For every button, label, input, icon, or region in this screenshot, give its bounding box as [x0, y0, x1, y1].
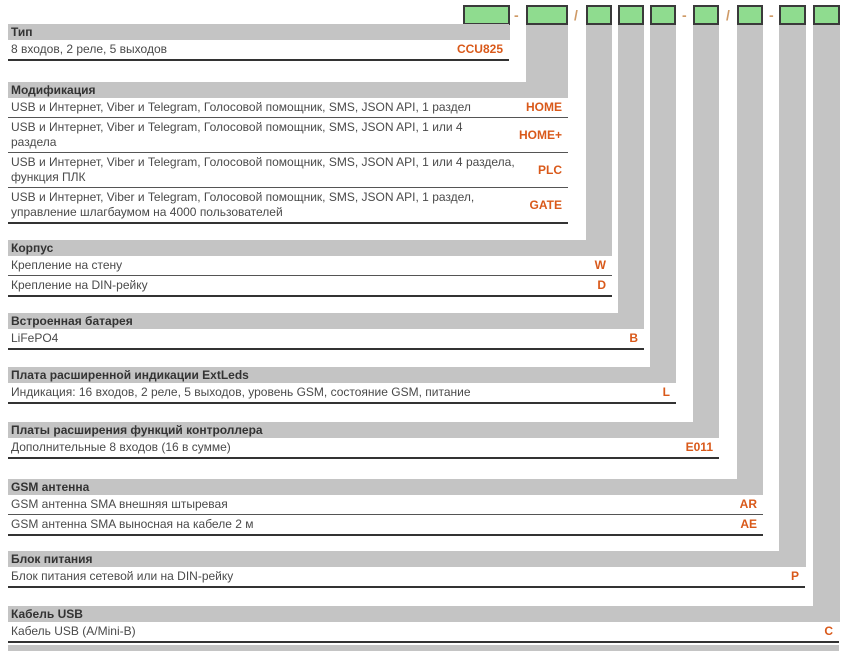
option-label: USB и Интернет, Viber и Telegram, Голосо… [11, 190, 518, 220]
option-row: LiFePO4 B [8, 329, 644, 350]
section-header: Встроенная батарея [8, 313, 644, 329]
code-segment-box-modification [526, 5, 568, 25]
option-label: LiFePO4 [11, 331, 617, 346]
option-row: GSM антенна SMA внешняя штыревая AR [8, 495, 763, 515]
option-code: AR [740, 497, 757, 512]
section-header: GSM антенна [8, 479, 763, 495]
option-label: GSM антенна SMA выносная на кабеле 2 м [11, 517, 728, 532]
option-label: USB и Интернет, Viber и Telegram, Голосо… [11, 100, 514, 115]
code-segment-box-type [463, 5, 510, 25]
connector-bar-expansion [693, 24, 719, 438]
code-segment-box-battery [618, 5, 644, 25]
option-label: Крепление на стену [11, 258, 583, 273]
section-case: Корпус Крепление на стену W Крепление на… [8, 240, 612, 297]
section-type: Тип 8 входов, 2 реле, 5 выходов CCU825 [8, 24, 509, 61]
option-label: Кабель USB (A/Mini-B) [11, 624, 812, 639]
option-row: Крепление на DIN-рейку D [8, 276, 612, 297]
section-extleds: Плата расширенной индикации ExtLeds Инди… [8, 367, 676, 404]
code-segment-box-cable [813, 5, 840, 25]
option-row: USB и Интернет, Viber и Telegram, Голосо… [8, 188, 568, 224]
section-header: Модификация [8, 82, 568, 98]
code-segment-box-expansion [693, 5, 719, 25]
connector-bar-psu [779, 24, 806, 567]
section-header: Тип [8, 24, 509, 40]
option-code: L [663, 385, 670, 400]
next-section-header-partial [8, 645, 839, 651]
option-code: PLC [538, 163, 562, 178]
option-label: USB и Интернет, Viber и Telegram, Голосо… [11, 155, 526, 185]
option-label: Дополнительные 8 входов (16 в сумме) [11, 440, 674, 455]
option-code: W [595, 258, 606, 273]
option-code: E011 [686, 440, 713, 455]
separator-dash: - [514, 6, 519, 24]
separator-dash: - [769, 6, 774, 24]
connector-bar-antenna [737, 24, 763, 495]
section-header: Плата расширенной индикации ExtLeds [8, 367, 676, 383]
option-code: HOME+ [519, 128, 562, 143]
option-label: GSM антенна SMA внешняя штыревая [11, 497, 728, 512]
option-code: D [597, 278, 606, 293]
connector-bar-extleds [650, 24, 676, 383]
option-row: USB и Интернет, Viber и Telegram, Голосо… [8, 98, 568, 118]
connector-bar-battery [618, 24, 644, 329]
option-code: AE [740, 517, 757, 532]
option-row: Крепление на стену W [8, 256, 612, 276]
option-row: USB и Интернет, Viber и Telegram, Голосо… [8, 118, 568, 153]
code-segment-box-antenna [737, 5, 763, 25]
separator-slash: / [574, 6, 578, 24]
section-header: Корпус [8, 240, 612, 256]
connector-bar-cable [813, 24, 840, 622]
section-header: Кабель USB [8, 606, 839, 622]
order-code-diagram: - / - / - Тип 8 входов, 2 реле, 5 выходо… [0, 0, 845, 651]
option-row: USB и Интернет, Viber и Telegram, Голосо… [8, 153, 568, 188]
section-header: Блок питания [8, 551, 805, 567]
option-code: GATE [530, 198, 562, 213]
option-code: HOME [526, 100, 562, 115]
section-battery: Встроенная батарея LiFePO4 B [8, 313, 644, 350]
option-row: Кабель USB (A/Mini-B) C [8, 622, 839, 643]
separator-slash: / [726, 6, 730, 24]
section-cable: Кабель USB Кабель USB (A/Mini-B) C [8, 606, 839, 643]
section-expansion: Платы расширения функций контроллера Доп… [8, 422, 719, 459]
option-label: Крепление на DIN-рейку [11, 278, 585, 293]
separator-dash: - [682, 6, 687, 24]
option-code: C [824, 624, 833, 639]
code-segment-box-extleds [650, 5, 676, 25]
option-label: USB и Интернет, Viber и Telegram, Голосо… [11, 120, 507, 150]
option-row: GSM антенна SMA выносная на кабеле 2 м A… [8, 515, 763, 536]
section-antenna: GSM антенна GSM антенна SMA внешняя штыр… [8, 479, 763, 536]
section-header: Платы расширения функций контроллера [8, 422, 719, 438]
option-row: 8 входов, 2 реле, 5 выходов CCU825 [8, 40, 509, 61]
connector-bar-case [586, 24, 612, 256]
option-row: Блок питания сетевой или на DIN-рейку P [8, 567, 805, 588]
code-segment-box-case [586, 5, 612, 25]
option-label: 8 входов, 2 реле, 5 выходов [11, 42, 445, 57]
option-label: Индикация: 16 входов, 2 реле, 5 выходов,… [11, 385, 651, 400]
option-code: P [791, 569, 799, 584]
option-label: Блок питания сетевой или на DIN-рейку [11, 569, 779, 584]
section-modification: Модификация USB и Интернет, Viber и Tele… [8, 82, 568, 224]
option-row: Дополнительные 8 входов (16 в сумме) E01… [8, 438, 719, 459]
option-code: B [629, 331, 638, 346]
option-row: Индикация: 16 входов, 2 реле, 5 выходов,… [8, 383, 676, 404]
section-psu: Блок питания Блок питания сетевой или на… [8, 551, 805, 588]
code-segment-box-psu [779, 5, 806, 25]
option-code: CCU825 [457, 42, 503, 57]
